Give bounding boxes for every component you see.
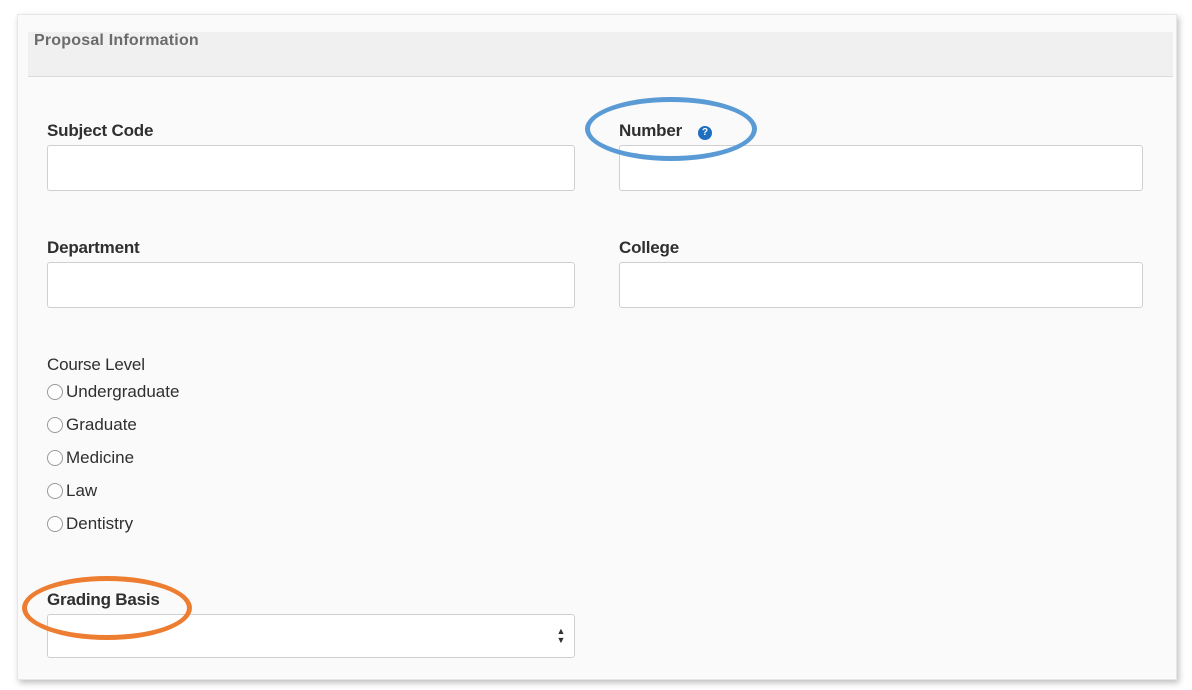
college-input[interactable] [619, 262, 1143, 308]
course-level-option[interactable]: Law [47, 480, 97, 502]
course-level-option[interactable]: Graduate [47, 414, 137, 436]
course-level-option[interactable]: Dentistry [47, 513, 133, 535]
course-level-option-label: Law [66, 481, 98, 500]
number-input[interactable] [619, 145, 1143, 191]
course-level-option-label: Graduate [66, 415, 137, 434]
proposal-information-panel: Proposal Information [17, 14, 1177, 680]
subject-code-input[interactable] [47, 145, 575, 191]
department-label: Department [47, 238, 140, 257]
number-label: Number [619, 121, 683, 140]
question-circle-icon[interactable]: ? [698, 126, 712, 140]
course-level-option[interactable]: Undergraduate [47, 381, 179, 403]
college-label: College [619, 238, 680, 257]
section-header: Proposal Information [28, 32, 1173, 77]
radio-button[interactable] [47, 384, 63, 400]
radio-button[interactable] [47, 417, 63, 433]
course-level-option-label: Dentistry [66, 514, 134, 533]
department-input[interactable] [47, 262, 575, 308]
course-level-option-label: Undergraduate [66, 382, 180, 401]
select-arrows-icon: ▲ ▼ [556, 626, 566, 645]
course-level-option[interactable]: Medicine [47, 447, 134, 469]
grading-basis-label: Grading Basis [47, 590, 160, 609]
subject-code-label: Subject Code [47, 121, 154, 140]
radio-button[interactable] [47, 483, 63, 499]
radio-button[interactable] [47, 516, 63, 532]
radio-button[interactable] [47, 450, 63, 466]
grading-basis-select[interactable]: ▲ ▼ [47, 614, 575, 658]
course-level-label: Course Level [47, 355, 145, 374]
course-level-option-label: Medicine [66, 448, 135, 467]
section-title: Proposal Information [34, 32, 199, 49]
